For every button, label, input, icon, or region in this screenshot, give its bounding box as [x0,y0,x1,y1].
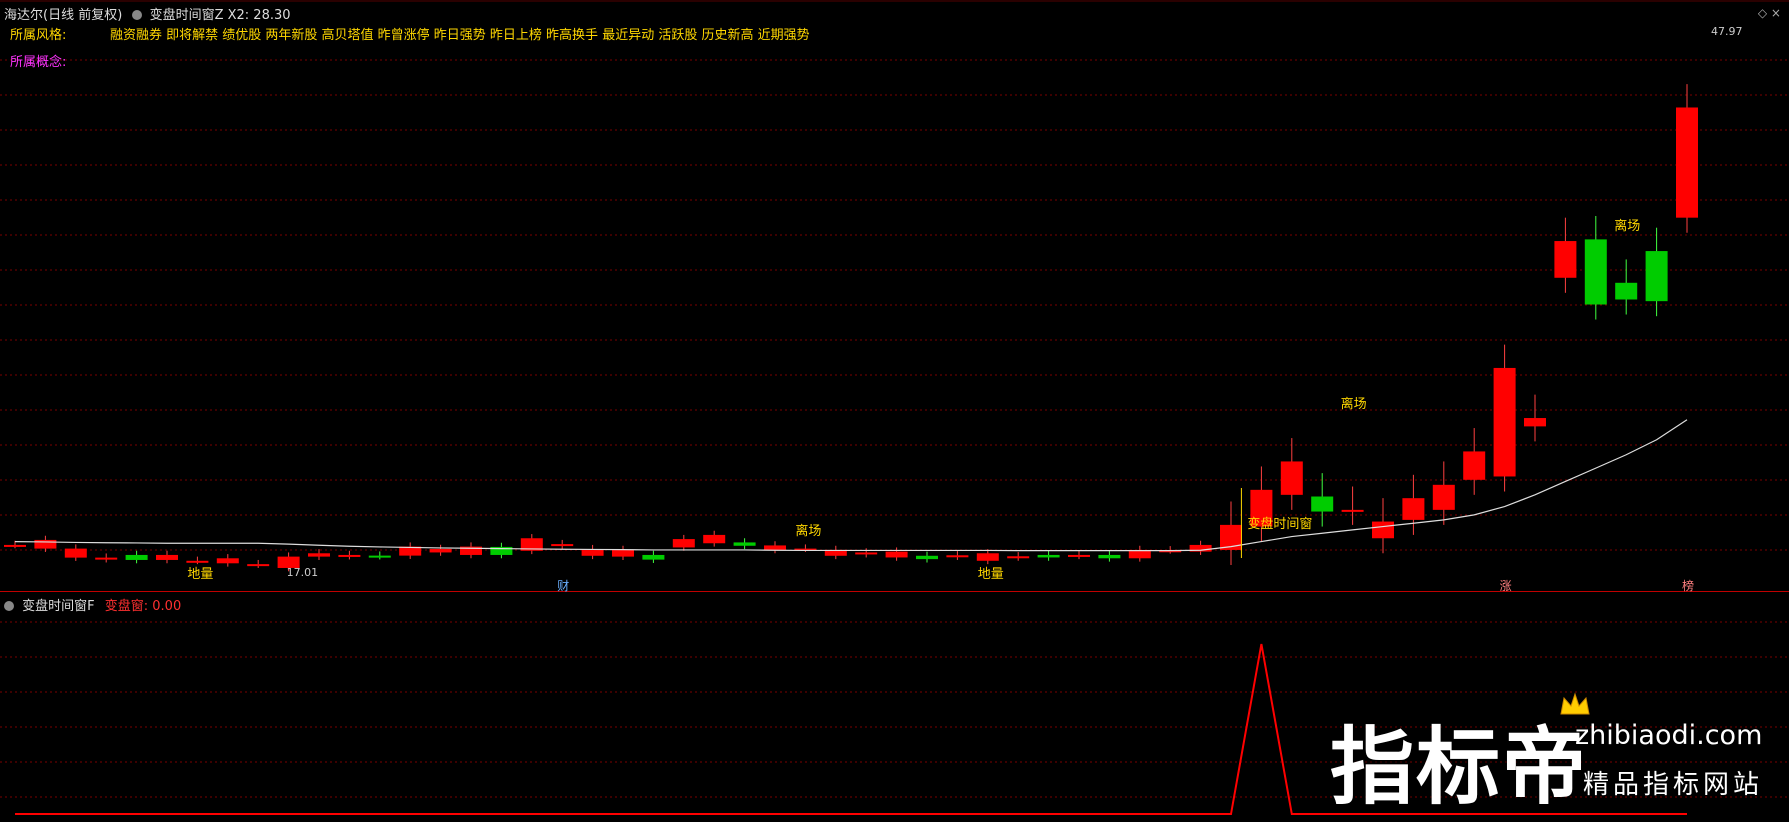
concept-label: 所属概念: [10,55,67,70]
watermark-logo: 指标帝 zhibiaodi.com 精品指标网站 [1330,692,1780,816]
candle-body [429,548,452,553]
candle-body [1463,451,1486,480]
candle-body [733,542,756,546]
label-diliang: 地量 [978,567,1004,582]
candle-body [672,539,695,548]
candle-body [1311,496,1334,512]
candle-body [551,544,574,547]
candle-body [612,549,634,557]
watermark-url: zhibiaodi.com [1575,720,1763,751]
main-chart-panel[interactable]: 地量 地量 离场 离场 离场 变盘时间窗财涨榜 47.97 17.01 海达尔(日线 前复权)… [0,0,1789,592]
label-zhang: 涨 [1500,578,1512,592]
candle-body [1068,554,1090,557]
stock-title: 海达尔(日线 前复权) [4,8,123,23]
candle-body [64,548,87,558]
candle-body [764,545,786,550]
indicator-title[interactable]: 变盘时间窗Z [150,8,224,23]
candle-body [946,555,969,558]
label-diliang: 地量 [187,567,213,582]
candle-body [1432,484,1455,510]
candle-body [125,554,148,560]
sub-title: 变盘时间窗F 变盘窗: 0.00 [4,595,181,614]
candle-body [1554,241,1577,278]
candle-body [1402,498,1425,520]
candle-body [642,554,665,560]
label-window: 变盘时间窗 [1247,516,1312,532]
label-cai: 财 [557,579,569,592]
title-bar: 海达尔(日线 前复权) 变盘时间窗Z X2: 28.30 [4,4,291,23]
candle-body [4,544,26,547]
candle-body [1493,367,1516,477]
candle-body [34,539,57,549]
indicator-menu-icon[interactable] [132,10,143,20]
candle-body [976,553,999,561]
sub-indicator-name[interactable]: 变盘时间窗F [22,599,94,614]
candle-body [247,564,270,567]
label-bang: 榜 [1682,578,1694,592]
candle-body [186,560,209,563]
candle-body [885,551,908,558]
candle-body [308,553,330,557]
candle-body [1524,418,1546,427]
sub-menu-icon[interactable] [4,601,14,611]
sub-indicator-value: 变盘窗: 0.00 [104,599,182,614]
candle-body [1676,107,1698,218]
price-chart[interactable]: 地量 地量离场离场离场变盘时间窗财涨榜47.9717.01 [0,0,1789,592]
watermark-slogan: 精品指标网站 [1583,770,1764,800]
diamond-icon[interactable]: ◇ × [1758,6,1781,20]
candle-body [581,549,604,556]
style-tags: 融资融券 即将解禁 绩优股 两年新股 高贝塔值 昨曾涨停 昨日强势 昨日上榜 昨… [110,28,810,43]
style-label: 所属风格: [10,28,67,43]
style-row: 所属风格: 融资融券 即将解禁 绩优股 两年新股 高贝塔值 昨曾涨停 昨日强势 昨… [10,24,810,43]
candle-body [916,555,938,560]
candle-body [1645,251,1668,302]
watermark-brand: 指标帝 [1330,718,1589,816]
label-lichang: 离场 [1341,396,1367,412]
candle-body [216,558,239,564]
candle-body [855,552,878,555]
label-lichang: 离场 [795,523,821,539]
price-high-label: 47.97 [1711,25,1743,38]
crown-icon [1560,692,1590,715]
candle-body [1098,554,1121,559]
candle-body [1280,461,1303,495]
candle-body [95,557,118,560]
candle-body [1615,282,1638,300]
candle-body [1007,556,1030,559]
label-lichang: 离场 [1614,218,1640,234]
candle-body [703,534,726,544]
candle-body [156,554,178,560]
candle-body [1372,521,1394,539]
candle-body [368,555,391,558]
indicator-value: X2: 28.30 [227,8,291,23]
candle-body [1341,509,1364,512]
candle-body [1584,239,1607,305]
candle-body [338,554,361,557]
price-low-label: 17.01 [287,566,319,579]
candle-body [1037,554,1060,558]
